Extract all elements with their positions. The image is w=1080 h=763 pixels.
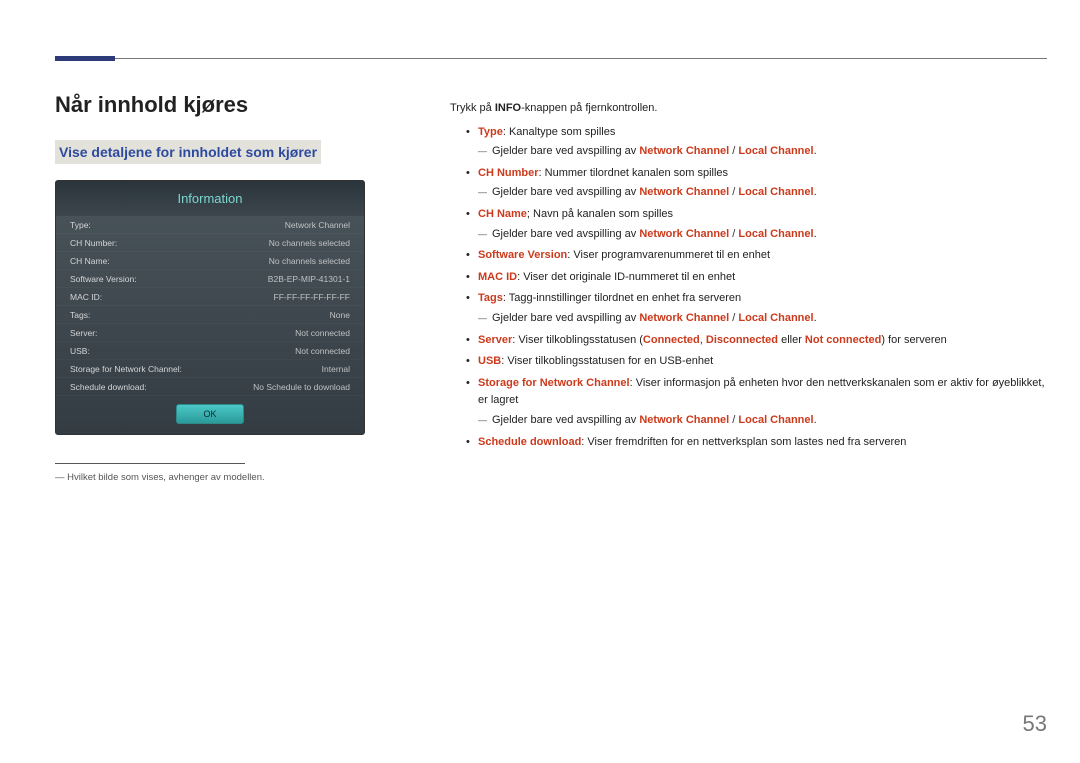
info-row: Software Version: B2B-EP-MIP-41301-1 [56, 270, 364, 288]
bullet-server: Server: Viser tilkoblingsstatusen (Conne… [466, 332, 1047, 350]
bullet-mac: MAC ID: Viser det originale ID-nummeret … [466, 269, 1047, 287]
info-row-label: Tags: [70, 310, 90, 320]
info-row-label: Schedule download: [70, 382, 147, 392]
header-accent [55, 56, 115, 61]
left-column: Når innhold kjøres Vise detaljene for in… [55, 92, 425, 483]
info-row-label: Storage for Network Channel: [70, 364, 182, 374]
right-column: Trykk på INFO-knappen på fjernkontrollen… [450, 100, 1047, 455]
bullet-usb: USB: Viser tilkoblingsstatusen for en US… [466, 353, 1047, 371]
info-row-value: No Schedule to download [253, 382, 350, 392]
page-heading: Når innhold kjøres [55, 92, 425, 118]
info-row-label: MAC ID: [70, 292, 102, 302]
info-row: MAC ID: FF-FF-FF-FF-FF-FF [56, 288, 364, 306]
info-row-value: No channels selected [269, 256, 350, 266]
intro-text: Trykk på INFO-knappen på fjernkontrollen… [450, 100, 1047, 118]
sub-applies: Gjelder bare ved avspilling av Network C… [478, 412, 1047, 430]
info-row-label: Type: [70, 220, 91, 230]
info-row: Type: Network Channel [56, 216, 364, 234]
info-row: USB: Not connected [56, 342, 364, 360]
info-row-label: USB: [70, 346, 90, 356]
footnote-rule [55, 463, 245, 464]
info-row: Server: Not connected [56, 324, 364, 342]
info-row-label: CH Number: [70, 238, 117, 248]
info-row-value: Not connected [295, 346, 350, 356]
bullet-schedule: Schedule download: Viser fremdriften for… [466, 434, 1047, 452]
info-row: Tags: None [56, 306, 364, 324]
sub-applies: Gjelder bare ved avspilling av Network C… [478, 310, 1047, 328]
sub-applies: Gjelder bare ved avspilling av Network C… [478, 226, 1047, 244]
info-row-value: None [330, 310, 350, 320]
sub-applies: Gjelder bare ved avspilling av Network C… [478, 184, 1047, 202]
bullet-tags: Tags: Tagg-innstillinger tilordnet en en… [466, 290, 1047, 327]
info-row-label: CH Name: [70, 256, 110, 266]
info-row-value: Network Channel [285, 220, 350, 230]
bullet-ch-name: CH Name; Navn på kanalen som spilles Gje… [466, 206, 1047, 243]
info-row-label: Server: [70, 328, 97, 338]
footnote-text: Hvilket bilde som vises, avhenger av mod… [55, 472, 425, 483]
page-number: 53 [1023, 711, 1047, 737]
ok-button[interactable]: OK [176, 404, 243, 424]
info-row-value: No channels selected [269, 238, 350, 248]
info-row: CH Number: No channels selected [56, 234, 364, 252]
info-row: CH Name: No channels selected [56, 252, 364, 270]
bullet-software: Software Version: Viser programvarenumme… [466, 247, 1047, 265]
info-row-value: Not connected [295, 328, 350, 338]
info-row-label: Software Version: [70, 274, 137, 284]
bullet-ch-number: CH Number: Nummer tilordnet kanalen som … [466, 165, 1047, 202]
panel-title: Information [56, 181, 364, 216]
page-subheading: Vise detaljene for innholdet som kjører [55, 140, 321, 164]
information-panel: Information Type: Network Channel CH Numbe… [55, 180, 365, 435]
info-row-value: Internal [322, 364, 350, 374]
bullet-storage: Storage for Network Channel: Viser infor… [466, 375, 1047, 430]
info-row-value: B2B-EP-MIP-41301-1 [268, 274, 350, 284]
bullet-type: Type: Kanaltype som spilles Gjelder bare… [466, 124, 1047, 161]
info-row: Schedule download: No Schedule to downloa… [56, 378, 364, 396]
header-rule [55, 58, 1047, 59]
info-row: Storage for Network Channel: Internal [56, 360, 364, 378]
sub-applies: Gjelder bare ved avspilling av Network C… [478, 143, 1047, 161]
info-row-value: FF-FF-FF-FF-FF-FF [274, 292, 350, 302]
